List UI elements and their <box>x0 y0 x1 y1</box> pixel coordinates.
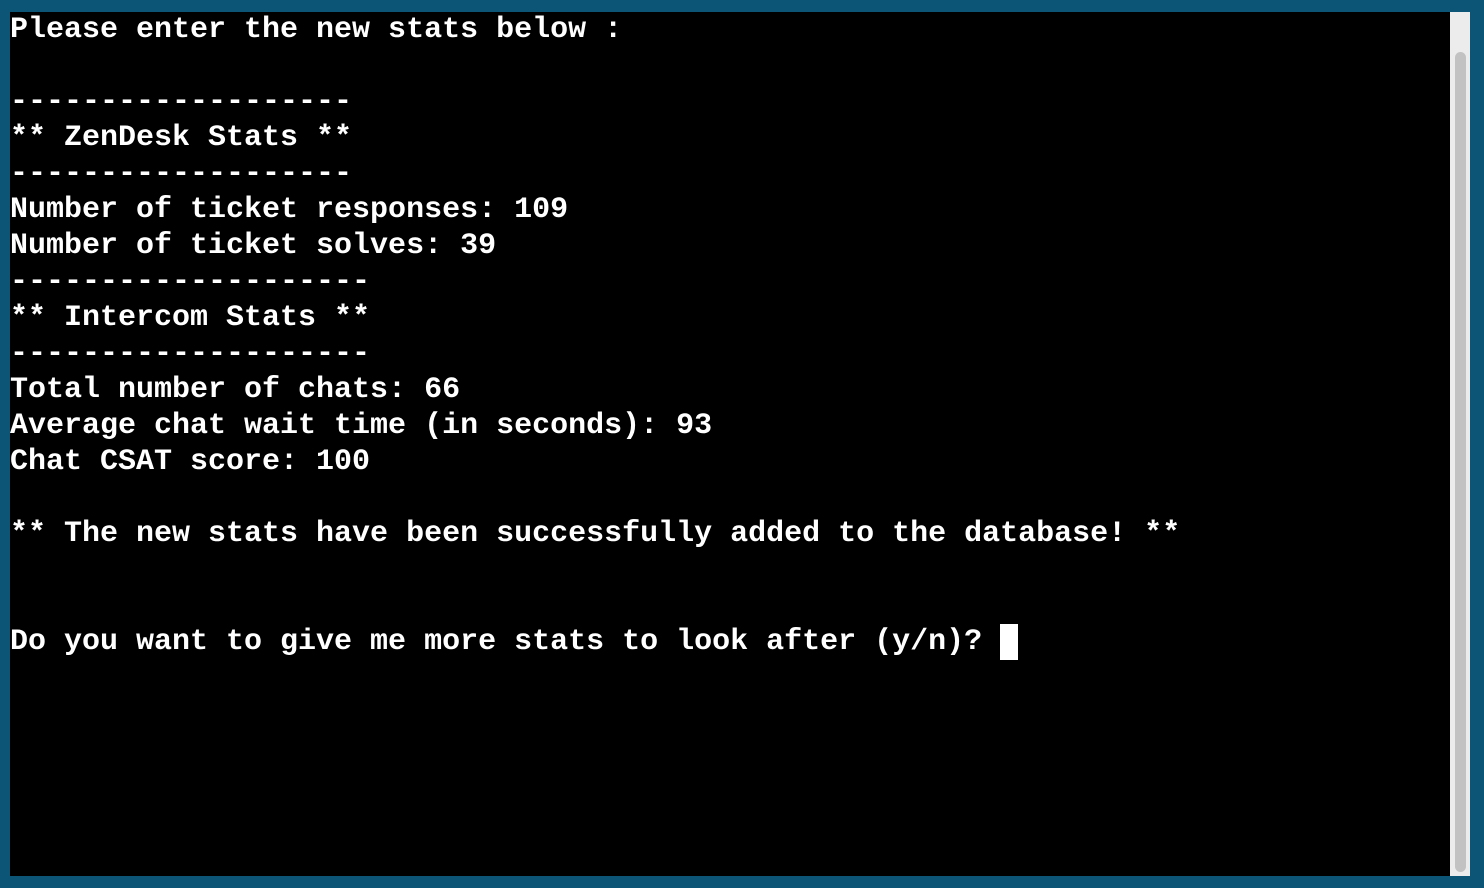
chat-wait-time-line: Average chat wait time (in seconds): 93 <box>10 409 713 443</box>
continue-prompt-line[interactable]: Do you want to give me more stats to loo… <box>10 624 1180 660</box>
ticket-solves-line: Number of ticket solves: 39 <box>10 229 497 263</box>
scrollbar-thumb[interactable] <box>1455 52 1466 872</box>
success-message: ** The new stats have been successfully … <box>10 517 1181 551</box>
total-chats-line: Total number of chats: 66 <box>10 373 461 407</box>
zendesk-heading: ** ZenDesk Stats ** <box>10 121 353 155</box>
intercom-heading: ** Intercom Stats ** <box>10 301 371 335</box>
terminal-window[interactable]: Please enter the new stats below : -----… <box>10 12 1450 876</box>
divider: ------------------- <box>10 157 353 191</box>
continue-prompt: Do you want to give me more stats to loo… <box>10 625 1001 659</box>
text-cursor[interactable] <box>1000 624 1019 660</box>
divider: -------------------- <box>10 265 371 299</box>
terminal-frame: Please enter the new stats below : -----… <box>0 0 1484 888</box>
terminal-output: Please enter the new stats below : -----… <box>10 12 1180 660</box>
divider: ------------------- <box>10 85 353 119</box>
chat-csat-line: Chat CSAT score: 100 <box>10 445 371 479</box>
divider: -------------------- <box>10 337 371 371</box>
prompt-enter-stats: Please enter the new stats below : <box>10 13 623 47</box>
scrollbar[interactable] <box>1450 12 1470 876</box>
ticket-responses-line: Number of ticket responses: 109 <box>10 193 569 227</box>
